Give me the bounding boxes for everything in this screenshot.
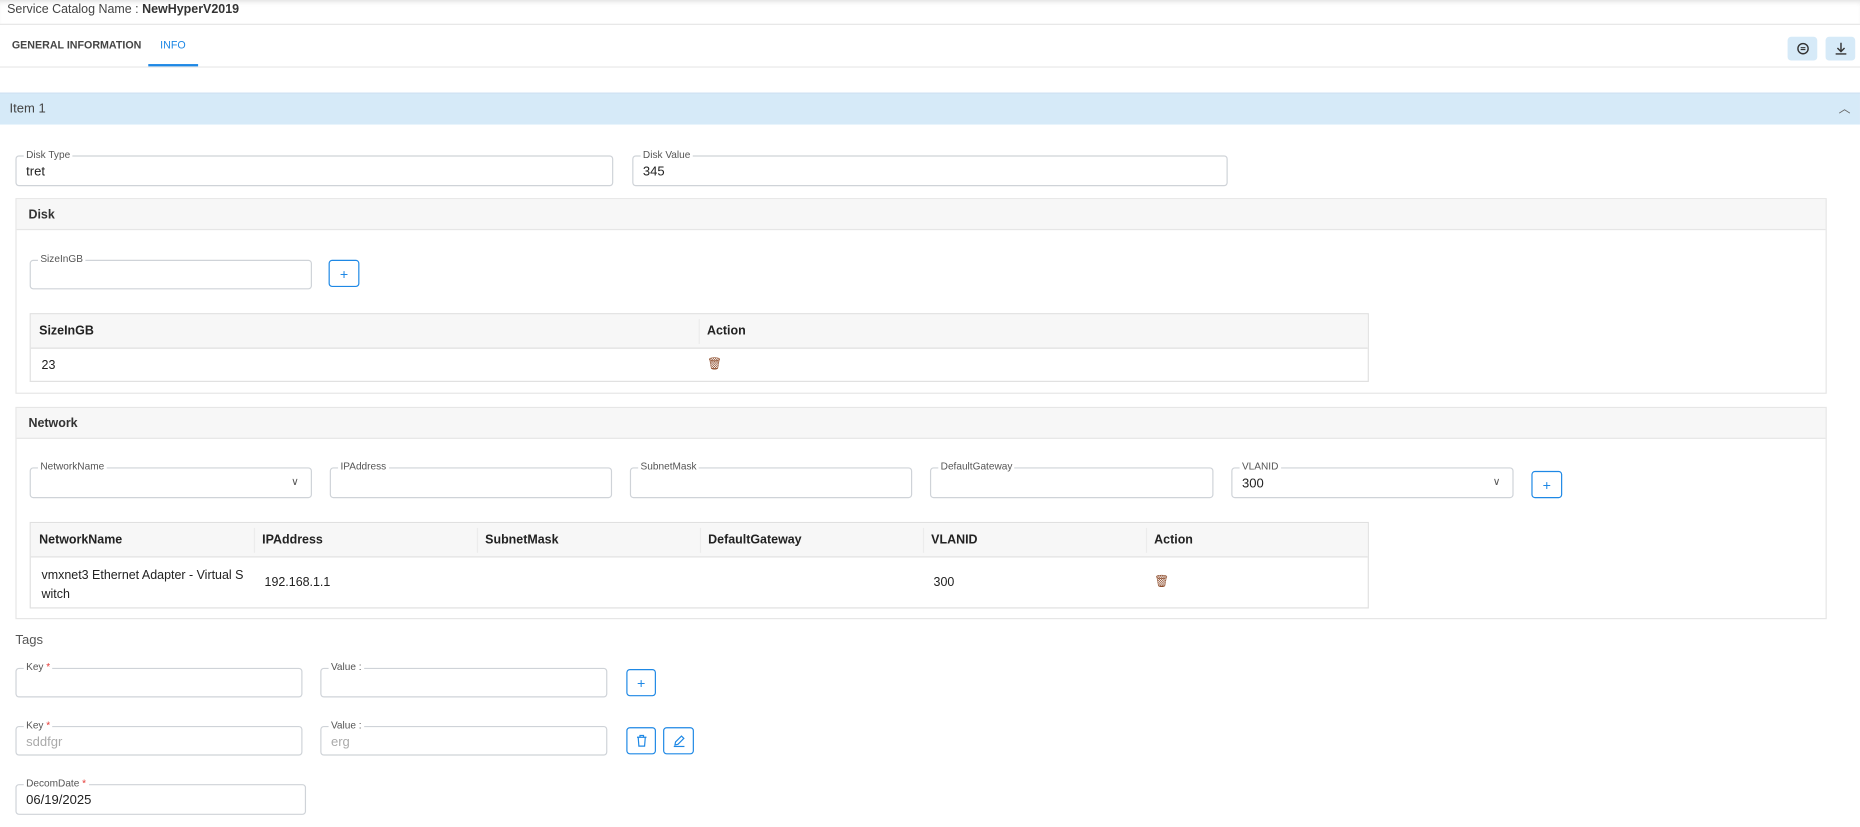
decom-date-label: DecomDate * <box>23 776 89 791</box>
network-table: NetworkName IPAddress SubnetMask Default… <box>29 521 1369 609</box>
tag-value-label: Value : <box>328 660 364 674</box>
disk-table: SizeInGB Action 23 🗑 <box>29 313 1369 382</box>
chevron-down-icon: ∨ <box>291 475 299 488</box>
chevron-down-icon: ∨ <box>1492 475 1501 488</box>
tag-value-field[interactable]: Value : <box>320 660 608 698</box>
tab-divider <box>0 66 1860 68</box>
disk-value-field[interactable]: Disk Value 345 <box>632 148 1228 187</box>
vlanid-label: VLANID <box>1239 460 1281 474</box>
size-in-gb-label: SizeInGB <box>37 252 86 266</box>
tag-key-value: sddfgr <box>26 735 63 750</box>
trash-icon <box>636 734 646 747</box>
tag-value-field-existing: Value : erg <box>320 718 608 756</box>
disk-type-value: tret <box>26 164 45 180</box>
ip-address-cell: 192.168.1.1 <box>264 575 331 590</box>
ip-address-field[interactable]: IPAddress <box>329 460 613 499</box>
disk-type-field[interactable]: Disk Type tret <box>15 148 614 187</box>
plus-icon: + <box>636 674 646 691</box>
subnet-mask-label: SubnetMask <box>638 460 699 474</box>
tag-key-field-existing: Key * sddfgr <box>15 718 303 756</box>
tag-key-label: Key * <box>23 660 53 674</box>
add-network-button[interactable]: + <box>1531 470 1563 499</box>
network-panel: Network NetworkName ∨ IPAddress SubnetMas… <box>15 406 1827 620</box>
decom-date-value: 06/19/2025 <box>26 793 92 808</box>
size-in-gb-field[interactable]: SizeInGB <box>29 252 312 290</box>
item-accordion-header[interactable]: Item 1 ︿ <box>0 92 1860 126</box>
column-header-action: Action <box>1154 532 1193 547</box>
column-header-networkname: NetworkName <box>39 532 123 547</box>
disk-panel-title: Disk <box>16 199 1826 231</box>
network-panel-title: Network <box>16 408 1826 439</box>
column-header-action: Action <box>706 323 746 339</box>
tab-info[interactable]: INFO <box>148 24 198 67</box>
disk-panel: Disk SizeInGB + SizeInGB Action 23 🗑 <box>15 198 1827 394</box>
subnet-mask-field[interactable]: SubnetMask <box>629 460 913 499</box>
vlanid-value: 300 <box>1241 476 1264 492</box>
add-disk-button[interactable]: + <box>328 259 360 288</box>
tag-key-label: Key * <box>23 718 53 732</box>
tab-general-information[interactable]: GENERAL INFORMATION <box>12 24 141 67</box>
vlanid-select[interactable]: VLANID 300 ∨ <box>1231 460 1514 499</box>
size-cell: 23 <box>41 358 56 373</box>
disk-value-value: 345 <box>642 164 665 180</box>
catalog-name: NewHyperV2019 <box>142 2 240 17</box>
sync-button[interactable] <box>1787 36 1818 61</box>
tags-title: Tags <box>15 633 43 648</box>
network-table-header: NetworkName IPAddress SubnetMask Default… <box>30 523 1368 558</box>
plus-icon: + <box>339 265 349 282</box>
disk-type-label: Disk Type <box>23 148 73 162</box>
chevron-up-icon[interactable]: ︿ <box>1839 94 1851 126</box>
delete-icon[interactable]: 🗑 <box>699 358 722 371</box>
delete-icon[interactable]: 🗑 <box>1146 575 1169 588</box>
item-title: Item 1 <box>9 102 46 117</box>
pencil-icon <box>673 735 685 748</box>
sync-icon <box>1796 42 1809 55</box>
tag-value-label: Value : <box>328 718 364 732</box>
vlanid-cell: 300 <box>933 575 955 590</box>
disk-value-label: Disk Value <box>640 148 693 162</box>
catalog-name-label: Service Catalog Name : <box>7 2 139 17</box>
network-name-select[interactable]: NetworkName ∨ <box>29 460 312 499</box>
column-header-vlanid: VLANID <box>931 532 978 547</box>
table-row: vmxnet3 Ethernet Adapter - Virtual Switc… <box>31 558 1368 609</box>
download-button[interactable] <box>1825 36 1856 61</box>
add-tag-button[interactable]: + <box>626 669 656 697</box>
network-name-cell: vmxnet3 Ethernet Adapter - Virtual Switc… <box>41 568 244 602</box>
tag-key-field[interactable]: Key * <box>15 660 303 698</box>
table-row: 23 🗑 <box>31 349 1368 382</box>
column-header-subnetmask: SubnetMask <box>485 532 559 547</box>
column-header-ipaddress: IPAddress <box>262 532 323 547</box>
disk-table-header: SizeInGB Action <box>30 314 1368 349</box>
delete-tag-button[interactable] <box>626 727 656 755</box>
edit-tag-button[interactable] <box>663 727 694 755</box>
tag-value-value: erg <box>330 735 350 750</box>
default-gateway-label: DefaultGateway <box>938 460 1015 474</box>
network-name-label: NetworkName <box>37 460 107 474</box>
download-icon <box>1835 42 1846 55</box>
column-header-defaultgateway: DefaultGateway <box>708 532 802 547</box>
decom-date-field[interactable]: DecomDate * 06/19/2025 <box>15 776 307 815</box>
column-header-sizeingb: SizeInGB <box>39 323 94 339</box>
service-catalog-header: Service Catalog Name : NewHyperV2019 <box>0 0 1860 25</box>
default-gateway-field[interactable]: DefaultGateway <box>929 460 1214 499</box>
plus-icon: + <box>1542 476 1551 493</box>
ip-address-label: IPAddress <box>338 460 389 474</box>
